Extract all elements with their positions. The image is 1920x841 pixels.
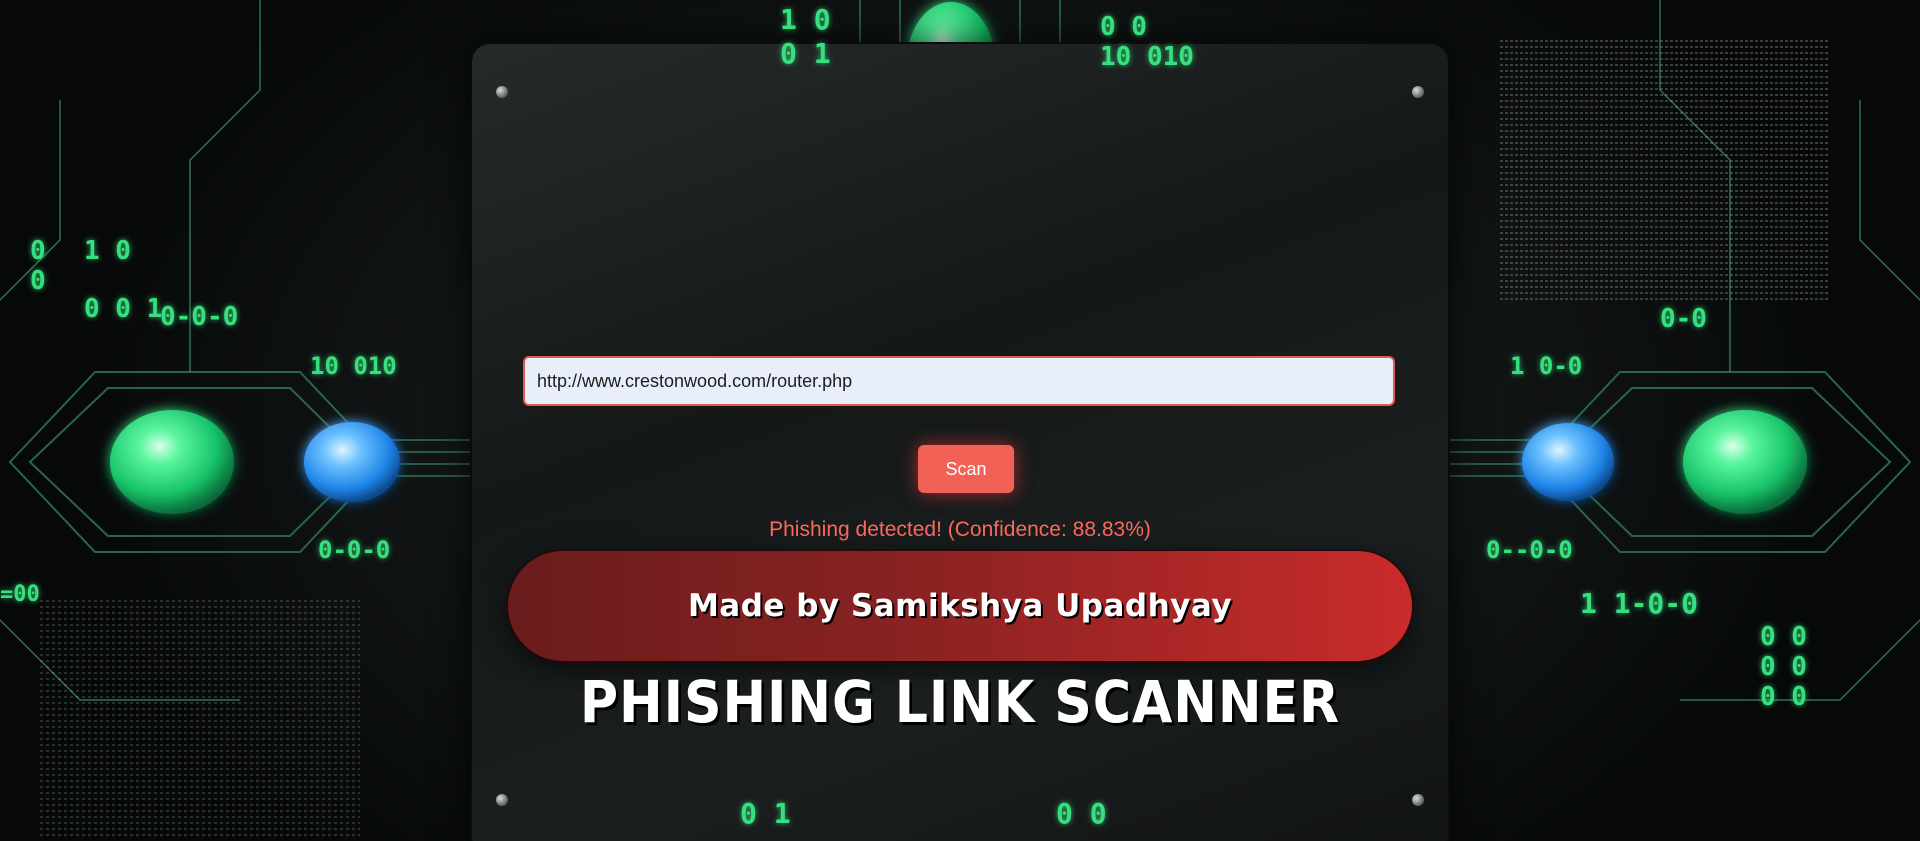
binary-digits: 10 010 (1100, 42, 1194, 72)
binary-digits: 0 0 1 (84, 294, 163, 324)
panel-bolt-icon (496, 794, 508, 806)
panel-bolt-icon (1412, 86, 1424, 98)
binary-digits: 0 0 (1056, 797, 1107, 830)
page-title: PHISHING LINK SCANNER (579, 668, 1341, 736)
binary-digits: 0 (30, 236, 46, 266)
url-input[interactable] (523, 356, 1395, 406)
binary-digits: 0 1 (740, 797, 791, 830)
binary-digits: 1 0-0 (1510, 352, 1583, 380)
credit-banner: Made by Samikshya Upadhyay (508, 551, 1412, 661)
binary-digits: 0-0 (1660, 304, 1707, 334)
binary-digits: 1 0 (780, 3, 831, 36)
panel-bolt-icon (496, 86, 508, 98)
binary-digits: =00 (0, 582, 40, 607)
binary-digits: 0 (30, 266, 46, 296)
binary-digits: 0 0 (1760, 622, 1807, 652)
binary-digits: 1 0 (84, 236, 131, 266)
scan-button[interactable]: Scan (918, 445, 1014, 493)
binary-digits: 1 1-0-0 (1580, 587, 1699, 620)
scan-result-message: Phishing detected! (Confidence: 88.83%) (769, 518, 1151, 541)
data-texture (1500, 40, 1830, 300)
background-scene: 1 0 0 1 0 0 10 010 0 0 1 0 0 0 1 0-0-0 1… (0, 0, 1920, 841)
binary-digits: 0 0 (1100, 12, 1147, 42)
panel-bolt-icon (1412, 794, 1424, 806)
binary-digits: 0 1 (780, 37, 831, 70)
binary-digits: 0-0-0 (160, 302, 239, 332)
binary-digits: 10 010 (310, 352, 397, 380)
credit-text: Made by Samikshya Upadhyay (687, 588, 1233, 624)
